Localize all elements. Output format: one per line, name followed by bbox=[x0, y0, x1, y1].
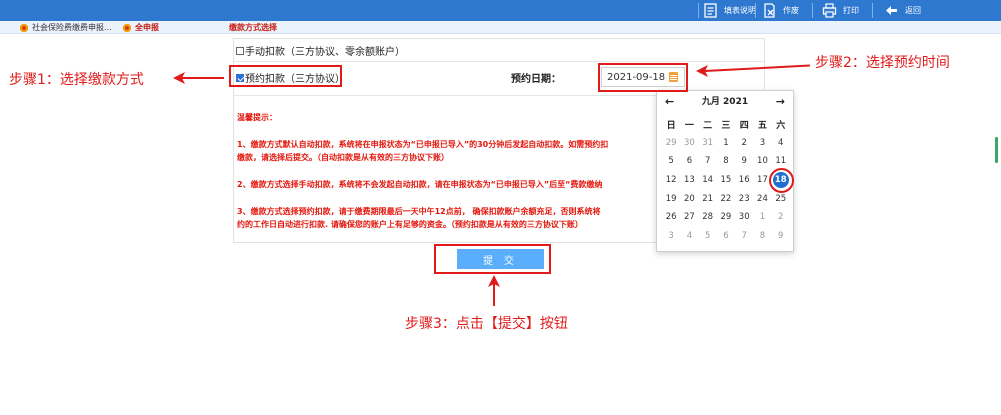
toolbar-separator bbox=[698, 3, 699, 18]
cancel-button-label: 作废 bbox=[783, 6, 799, 15]
calendar-day[interactable]: 12 bbox=[662, 171, 680, 190]
calendar-day[interactable]: 4 bbox=[772, 134, 790, 153]
calendar-day[interactable]: 22 bbox=[717, 189, 735, 208]
next-month-icon[interactable]: → bbox=[776, 95, 785, 109]
tab-social-insurance[interactable]: 社会保险费缴费申报... bbox=[20, 21, 112, 34]
calendar-day[interactable]: 30 bbox=[680, 134, 698, 153]
back-button-label: 返回 bbox=[905, 6, 921, 15]
top-toolbar: 填表说明 作废 打印 返回 bbox=[0, 0, 1001, 21]
cancel-button[interactable]: 作废 bbox=[762, 0, 799, 21]
schedule-date-label: 预约日期： bbox=[511, 74, 561, 85]
calendar-day[interactable]: 9 bbox=[735, 152, 753, 171]
manual-deduction-checkbox[interactable] bbox=[236, 46, 244, 55]
back-button[interactable]: 返回 bbox=[884, 0, 921, 21]
notice-title: 温馨提示： bbox=[237, 113, 277, 122]
calendar-day[interactable]: 2 bbox=[735, 134, 753, 153]
weekday-header: 日 bbox=[666, 120, 676, 131]
weekday-header: 六 bbox=[776, 120, 786, 131]
calendar-day[interactable]: 24 bbox=[753, 189, 771, 208]
calendar-day[interactable]: 14 bbox=[699, 171, 717, 190]
tab-label: 缴款方式选择 bbox=[229, 23, 277, 32]
back-arrow-icon bbox=[886, 6, 897, 15]
step3-arrowhead-icon bbox=[488, 275, 500, 287]
date-picker-header: ← 九月 2021 → bbox=[657, 95, 793, 109]
calendar-day[interactable]: 31 bbox=[699, 134, 717, 153]
calendar-day[interactable]: 6 bbox=[680, 152, 698, 171]
toolbar-separator bbox=[755, 3, 756, 18]
step2-annotation: 步骤2：选择预约时间 bbox=[815, 55, 950, 71]
tab-label: 全申报 bbox=[135, 23, 159, 32]
step2-highlight-box bbox=[598, 63, 688, 92]
calendar-day[interactable]: 29 bbox=[717, 208, 735, 227]
row-divider bbox=[234, 61, 764, 62]
print-button[interactable]: 打印 bbox=[822, 0, 859, 21]
tab-payment-method[interactable]: 缴款方式选择 bbox=[229, 21, 277, 34]
tab-gear-icon bbox=[123, 23, 131, 32]
calendar-day[interactable]: 20 bbox=[680, 189, 698, 208]
calendar-day[interactable]: 6 bbox=[717, 227, 735, 246]
tab-row: 社会保险费缴费申报... 全申报 缴款方式选择 bbox=[0, 21, 1001, 34]
calendar-day[interactable]: 8 bbox=[717, 152, 735, 171]
manual-deduction-option[interactable]: 手动扣款（三方协议、零余额账户） bbox=[236, 43, 405, 58]
calendar-day[interactable]: 21 bbox=[699, 189, 717, 208]
step1-arrow bbox=[181, 77, 224, 79]
calendar-day[interactable]: 1 bbox=[753, 208, 771, 227]
calendar-day[interactable]: 30 bbox=[735, 208, 753, 227]
manual-deduction-label: 手动扣款（三方协议、零余额账户） bbox=[245, 47, 405, 58]
calendar-day[interactable]: 7 bbox=[699, 152, 717, 171]
tab-gear-icon bbox=[20, 23, 28, 32]
step3-arrow bbox=[493, 284, 495, 306]
calendar-day[interactable]: 28 bbox=[699, 208, 717, 227]
step3-highlight-box bbox=[434, 244, 551, 274]
notice-item-3-cont: 约的工作日自动进行扣款. 请确保您的账户上有足够的资金。（预约扣款是从有效的三方… bbox=[237, 220, 583, 229]
calendar-day[interactable]: 1 bbox=[717, 134, 735, 153]
weekday-header: 四 bbox=[739, 120, 749, 131]
weekday-header: 一 bbox=[684, 120, 694, 131]
toolbar-separator bbox=[812, 3, 813, 18]
weekday-header: 二 bbox=[703, 120, 713, 131]
calendar-day[interactable]: 9 bbox=[772, 227, 790, 246]
calendar-day[interactable]: 8 bbox=[753, 227, 771, 246]
help-button-label: 填表说明 bbox=[724, 6, 756, 15]
calendar-day[interactable]: 3 bbox=[753, 134, 771, 153]
selected-date-highlight-circle bbox=[769, 168, 794, 193]
printer-icon bbox=[822, 3, 837, 18]
calendar-day[interactable]: 27 bbox=[680, 208, 698, 227]
calendar-day[interactable]: 23 bbox=[735, 189, 753, 208]
calendar-day[interactable]: 16 bbox=[735, 171, 753, 190]
step2-arrowhead-icon bbox=[696, 65, 708, 77]
calendar-day[interactable]: 13 bbox=[680, 171, 698, 190]
tab-full-declaration[interactable]: 全申报 bbox=[123, 21, 159, 34]
notice-item-1-cont: 缴款，请选择后提交。（自动扣款是从有效的三方协议下账） bbox=[237, 153, 449, 162]
print-button-label: 打印 bbox=[843, 6, 859, 15]
weekday-header: 五 bbox=[757, 120, 767, 131]
calendar-day[interactable]: 7 bbox=[735, 227, 753, 246]
calendar-day[interactable]: 29 bbox=[662, 134, 680, 153]
toolbar-separator bbox=[872, 3, 873, 18]
calendar-day[interactable]: 26 bbox=[662, 208, 680, 227]
calendar-day[interactable]: 10 bbox=[753, 152, 771, 171]
step1-annotation: 步骤1：选择缴款方式 bbox=[9, 72, 144, 88]
notice-item-2: 2、缴款方式选择手动扣款，系统将不会发起自动扣款，请在申报状态为“已申报已导入”… bbox=[237, 180, 603, 189]
calendar-day[interactable]: 5 bbox=[699, 227, 717, 246]
step1-arrowhead-icon bbox=[173, 72, 185, 84]
calendar-day[interactable]: 2 bbox=[772, 208, 790, 227]
step1-highlight-box bbox=[229, 65, 342, 87]
calendar-day[interactable]: 3 bbox=[662, 227, 680, 246]
calendar-day[interactable]: 19 bbox=[662, 189, 680, 208]
date-picker-month: 九月 2021 bbox=[701, 97, 749, 107]
calendar-day[interactable]: 5 bbox=[662, 152, 680, 171]
tab-label: 社会保险费缴费申报... bbox=[32, 23, 112, 32]
calendar-day[interactable]: 15 bbox=[717, 171, 735, 190]
scrollbar-thumb[interactable] bbox=[995, 137, 998, 163]
calendar-day[interactable]: 4 bbox=[680, 227, 698, 246]
step3-annotation: 步骤3：点击【提交】按钮 bbox=[405, 316, 568, 332]
notice-item-1: 1、缴款方式默认自动扣款，系统将在申报状态为“已申报已导入”的30分钟后发起自动… bbox=[237, 140, 609, 149]
weekday-header: 三 bbox=[721, 120, 731, 131]
cancel-document-icon bbox=[764, 3, 775, 18]
help-button[interactable]: 填表说明 bbox=[703, 0, 756, 21]
document-icon bbox=[704, 3, 717, 18]
notice-item-3: 3、缴款方式选择预约扣款，请于缴费期限最后一天中午12点前， 确保扣款账户余额充… bbox=[237, 207, 601, 216]
